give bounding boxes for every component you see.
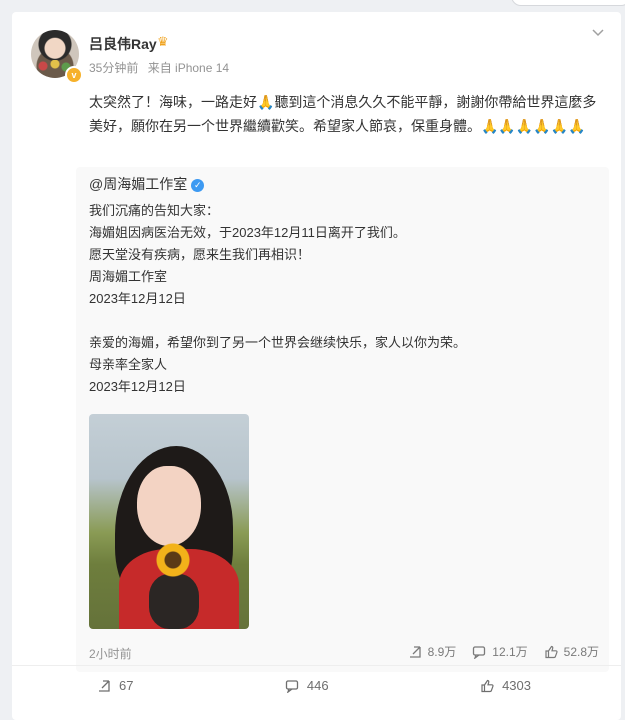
repost-stat-likes[interactable]: 52.8万 <box>544 643 599 660</box>
repost-line: 母亲率全家人 <box>89 357 168 372</box>
like-button[interactable]: 4303 <box>480 678 531 693</box>
repost-button-count: 67 <box>119 678 134 693</box>
comment-icon <box>472 645 486 660</box>
repost-line: 亲爱的海媚，希望你到了另一个世界会继续快乐，家人以你为荣。 <box>89 335 467 350</box>
repost-line: 2023年12月12日 <box>89 291 186 306</box>
repost-line: 2023年12月12日 <box>89 379 186 394</box>
verified-badge-icon: v <box>65 66 83 84</box>
repost-stats: 8.9万 12.1万 52.8万 <box>408 643 599 660</box>
like-count: 52.8万 <box>563 645 599 659</box>
repost-icon <box>97 679 111 693</box>
weibo-post-card: v 吕良伟Ray ♛ 35分钟前 来自 iPhone 14 太突然了！海味，一路… <box>12 12 621 720</box>
top-fragment <box>0 0 625 6</box>
repost-line: 海媚姐因病医治无效，于2023年12月11日离开了我们。 <box>89 225 406 240</box>
repost-username-text[interactable]: @周海媚工作室 <box>89 176 187 192</box>
comment-count: 12.1万 <box>492 645 528 659</box>
comment-icon <box>285 679 299 694</box>
post-username[interactable]: 吕良伟Ray <box>89 34 157 54</box>
post-meta: 35分钟前 来自 iPhone 14 <box>89 59 235 76</box>
post-time[interactable]: 35分钟前 <box>89 61 138 75</box>
photo-sunflower <box>155 542 191 578</box>
pray-emoji-row: 🙏🙏🙏🙏🙏🙏 <box>481 118 586 134</box>
repost-stat-reposts[interactable]: 8.9万 <box>408 643 457 660</box>
chevron-down-icon[interactable] <box>591 26 605 43</box>
post-source: 来自 iPhone 14 <box>147 61 230 75</box>
photo-glove <box>149 574 199 629</box>
verified-check-icon: ✓ <box>191 179 205 192</box>
comment-button[interactable]: 446 <box>285 678 329 694</box>
repost-button[interactable]: 67 <box>97 678 133 693</box>
crown-icon: ♛ <box>157 34 169 49</box>
like-icon <box>544 645 558 659</box>
post-photo[interactable] <box>89 414 249 629</box>
like-button-count: 4303 <box>502 678 531 693</box>
repost-text: 我们沉痛的告知大家： 海媚姐因病医治无效，于2023年12月11日离开了我们。 … <box>89 200 594 398</box>
repost-count: 8.9万 <box>427 645 457 659</box>
repost-line: 周海媚工作室 <box>89 269 168 284</box>
divider <box>12 665 621 666</box>
post-text: 太突然了！海味，一路走好🙏聽到這个消息久久不能平靜，謝謝你帶給世界這麼多美好，願… <box>89 90 609 138</box>
pray-emoji: 🙏 <box>257 94 275 110</box>
post-text-part-1: 太突然了！海味，一路走好 <box>89 94 257 110</box>
repost-line: 愿天堂没有疾病，愿来生我们再相识！ <box>89 247 311 262</box>
photo-face <box>137 466 201 546</box>
repost-line: 我们沉痛的告知大家： <box>89 203 220 218</box>
repost-username[interactable]: @周海媚工作室 ✓ <box>89 174 205 194</box>
reposted-weibo[interactable]: @周海媚工作室 ✓ 我们沉痛的告知大家： 海媚姐因病医治无效，于2023年12月1… <box>76 167 609 672</box>
like-icon <box>480 679 494 693</box>
repost-icon <box>408 645 422 659</box>
action-bar: 67 446 4303 <box>12 678 621 694</box>
top-pill-button[interactable] <box>511 0 625 6</box>
comment-button-count: 446 <box>306 678 329 693</box>
repost-stat-comments[interactable]: 12.1万 <box>472 643 528 660</box>
repost-time[interactable]: 2小时前 <box>89 645 132 662</box>
repost-line <box>89 310 594 332</box>
